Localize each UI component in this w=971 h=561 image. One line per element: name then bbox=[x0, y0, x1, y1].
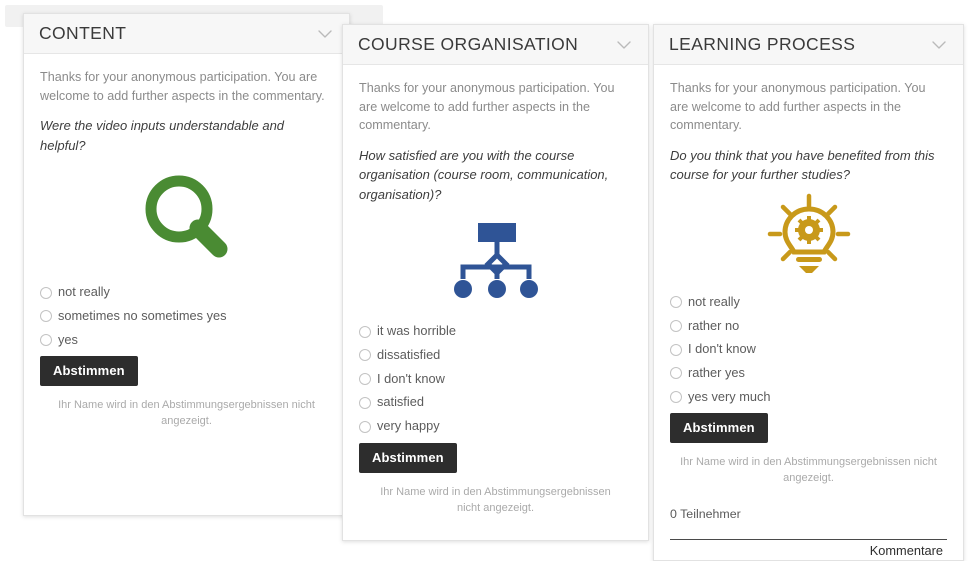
intro-text: Thanks for your anonymous participation.… bbox=[40, 70, 325, 103]
option-row[interactable]: yes bbox=[40, 331, 333, 348]
chevron-down-icon[interactable] bbox=[929, 35, 949, 55]
illustration-wrap bbox=[359, 210, 632, 320]
option-row[interactable]: satisfied bbox=[359, 395, 632, 410]
radio-icon[interactable] bbox=[359, 373, 371, 386]
radio-icon[interactable] bbox=[40, 310, 52, 323]
card-title: LEARNING PROCESS bbox=[669, 34, 856, 54]
radio-icon[interactable] bbox=[359, 349, 371, 362]
radio-icon[interactable] bbox=[40, 286, 52, 299]
option-label: rather yes bbox=[688, 364, 745, 380]
participants-count: 0 Teilnehmer bbox=[670, 507, 741, 522]
option-row[interactable]: yes very much bbox=[670, 388, 947, 405]
option-row[interactable]: I don't know bbox=[670, 342, 947, 357]
card-body-learning: Thanks for your anonymous participation.… bbox=[654, 65, 963, 558]
radio-icon[interactable] bbox=[670, 367, 682, 380]
radio-icon[interactable] bbox=[670, 343, 682, 356]
card-body-content: Thanks for your anonymous participation.… bbox=[24, 54, 349, 430]
radio-icon[interactable] bbox=[670, 319, 682, 332]
poll-card-organisation: COURSE ORGANISATION Thanks for your anon… bbox=[342, 24, 649, 541]
option-label: satisfied bbox=[377, 394, 424, 410]
option-row[interactable]: rather no bbox=[670, 317, 947, 334]
card-title: COURSE ORGANISATION bbox=[358, 34, 579, 54]
illustration-wrap bbox=[670, 191, 947, 291]
option-row[interactable]: sometimes no sometimes yes bbox=[40, 307, 333, 324]
card-title: CONTENT bbox=[39, 23, 127, 43]
privacy-note: Ihr Name wird in den Abstimmungsergebnis… bbox=[680, 456, 937, 485]
poll-card-content: CONTENT Thanks for your anonymous partic… bbox=[23, 13, 350, 516]
option-row[interactable]: dissatisfied bbox=[359, 347, 632, 363]
poll-card-learning: LEARNING PROCESS Thanks for your anonymo… bbox=[653, 24, 964, 561]
radio-icon[interactable] bbox=[670, 296, 682, 309]
radio-icon[interactable] bbox=[670, 391, 682, 404]
options-list: it was horrible dissatisfied I don't kno… bbox=[359, 324, 632, 434]
comments-label[interactable]: Kommentare bbox=[670, 540, 947, 558]
intro-text: Thanks for your anonymous participation.… bbox=[670, 81, 926, 133]
options-list: not really sometimes no sometimes yes ye… bbox=[40, 285, 333, 347]
radio-icon[interactable] bbox=[359, 420, 371, 433]
chevron-down-icon[interactable] bbox=[315, 24, 335, 44]
option-label: yes very much bbox=[688, 388, 771, 404]
radio-icon[interactable] bbox=[40, 334, 52, 346]
option-label: rather no bbox=[688, 317, 740, 333]
card-header-content[interactable]: CONTENT bbox=[24, 14, 349, 54]
option-row[interactable]: it was horrible bbox=[359, 324, 632, 339]
card-header-organisation[interactable]: COURSE ORGANISATION bbox=[343, 25, 648, 65]
option-label: sometimes no sometimes yes bbox=[58, 307, 227, 323]
card-header-learning[interactable]: LEARNING PROCESS bbox=[654, 25, 963, 65]
question-text: Were the video inputs understandable and… bbox=[40, 118, 285, 153]
organisation-chart-icon bbox=[448, 217, 544, 314]
illustration-wrap bbox=[40, 161, 333, 281]
option-label: not really bbox=[688, 293, 740, 309]
question-text: Do you think that you have benefited fro… bbox=[670, 147, 935, 183]
option-label: I don't know bbox=[377, 370, 445, 386]
radio-icon[interactable] bbox=[359, 396, 371, 409]
privacy-note: Ihr Name wird in den Abstimmungsergebnis… bbox=[380, 485, 611, 514]
privacy-note: Ihr Name wird in den Abstimmungsergebnis… bbox=[58, 399, 315, 428]
card-body-organisation: Thanks for your anonymous participation.… bbox=[343, 65, 648, 517]
option-label: dissatisfied bbox=[377, 347, 441, 363]
option-label: it was horrible bbox=[377, 323, 456, 339]
survey-page: CONTENT Thanks for your anonymous partic… bbox=[0, 0, 971, 561]
option-label: yes bbox=[58, 331, 78, 347]
vote-button[interactable]: Abstimmen bbox=[40, 356, 138, 387]
option-row[interactable]: rather yes bbox=[670, 364, 947, 381]
intro-text: Thanks for your anonymous participation.… bbox=[359, 81, 615, 133]
radio-icon[interactable] bbox=[359, 325, 371, 338]
option-row[interactable]: not really bbox=[670, 293, 947, 310]
option-label: very happy bbox=[377, 418, 440, 434]
question-text: How satisfied are you with the course or… bbox=[359, 147, 609, 202]
option-row[interactable]: I don't know bbox=[359, 370, 632, 387]
option-row[interactable]: not really bbox=[40, 285, 333, 300]
comments-divider: Kommentare bbox=[670, 539, 947, 558]
vote-button[interactable]: Abstimmen bbox=[359, 442, 457, 473]
option-row[interactable]: very happy bbox=[359, 418, 632, 434]
vote-button[interactable]: Abstimmen bbox=[670, 413, 768, 444]
options-list: not really rather no I don't know rather… bbox=[670, 293, 947, 405]
lightbulb-gear-icon bbox=[763, 192, 855, 289]
chevron-down-icon[interactable] bbox=[614, 35, 634, 55]
magnifying-glass-icon bbox=[135, 167, 239, 276]
option-label: not really bbox=[58, 284, 110, 300]
option-label: I don't know bbox=[688, 341, 756, 357]
